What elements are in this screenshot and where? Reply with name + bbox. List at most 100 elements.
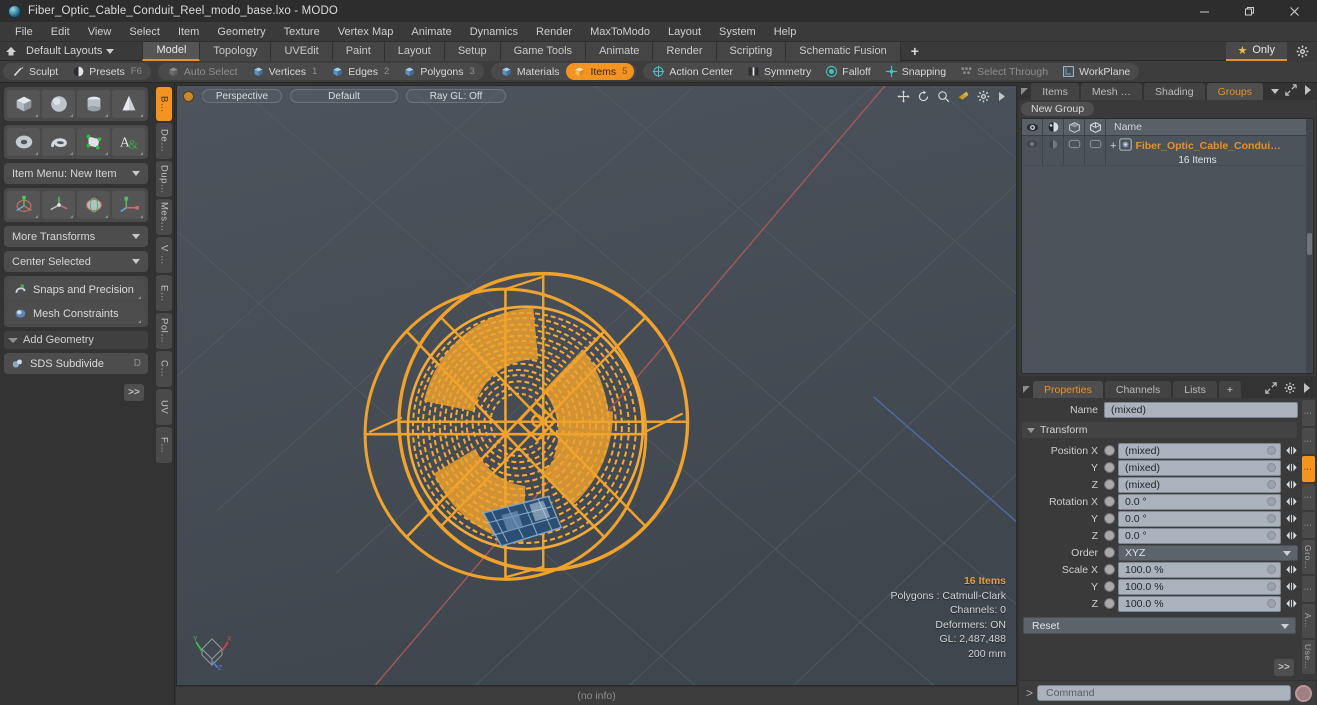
property-channel-dot[interactable] [1104, 564, 1115, 575]
layout-tab-scripting[interactable]: Scripting [716, 41, 787, 61]
left-vtab-4[interactable]: V … [156, 237, 172, 273]
properties-vtab-1[interactable]: ⋮ [1301, 428, 1315, 454]
menu-item-vertex-map[interactable]: Vertex Map [329, 22, 403, 42]
mode-button-sculpt[interactable]: Sculpt [5, 63, 65, 80]
mode-button-action-center[interactable]: Action Center [645, 63, 740, 80]
layout-tab-game-tools[interactable]: Game Tools [500, 41, 587, 61]
property-input[interactable]: 0.0 ° [1118, 527, 1281, 544]
property-channel-dot[interactable] [1104, 479, 1115, 490]
tab-properties[interactable]: Properties [1033, 381, 1103, 398]
property-channel-dot[interactable] [1104, 462, 1115, 473]
property-channel-dot[interactable] [1104, 581, 1115, 592]
menu-item-select[interactable]: Select [120, 22, 169, 42]
rotate-tool-icon[interactable] [42, 191, 75, 219]
property-spinner[interactable] [1284, 461, 1298, 475]
sphere-primitive-icon[interactable] [42, 90, 75, 118]
property-spinner[interactable] [1284, 495, 1298, 509]
properties-vtab-4[interactable]: ⋮ [1301, 512, 1315, 538]
expand-icon[interactable] [1285, 84, 1297, 99]
properties-vtab-2[interactable]: ⋮ [1301, 456, 1315, 482]
mode-button-snapping[interactable]: Snapping [878, 63, 953, 80]
layout-tab-animate[interactable]: Animate [586, 41, 654, 61]
left-vtab-5[interactable]: E… [156, 275, 172, 311]
eye-icon[interactable] [1022, 119, 1043, 135]
tab-items[interactable]: Items [1031, 83, 1079, 100]
tab-add[interactable]: + [1218, 381, 1241, 398]
mode-button-edges[interactable]: Edges 2 [324, 63, 396, 80]
property-channel-dot[interactable] [1104, 445, 1115, 456]
menu-item-render[interactable]: Render [527, 22, 581, 42]
menu-item-texture[interactable]: Texture [275, 22, 329, 42]
viewport-raygl-dropdown[interactable]: Ray GL: Off [406, 89, 506, 103]
groups-tree-empty-area[interactable] [1022, 166, 1313, 373]
menu-item-file[interactable]: File [6, 22, 42, 42]
transform-tool-icon[interactable] [112, 191, 145, 219]
more-transforms-dropdown[interactable]: More Transforms [4, 226, 148, 247]
menu-item-help[interactable]: Help [765, 22, 806, 42]
menu-item-geometry[interactable]: Geometry [208, 22, 274, 42]
mesh-primitive-icon[interactable] [77, 128, 110, 156]
property-channel-dot[interactable] [1104, 530, 1115, 541]
render-icon[interactable] [1043, 119, 1064, 135]
mesh-constraints-button[interactable]: Mesh Constraints [7, 303, 145, 324]
add-layout-tab-button[interactable]: + [901, 43, 929, 59]
row-render-toggle[interactable] [1043, 136, 1064, 165]
viewport-gear-icon[interactable] [977, 90, 990, 103]
viewport-perspective-dropdown[interactable]: Perspective [202, 89, 282, 103]
layout-tab-paint[interactable]: Paint [332, 41, 385, 61]
tab-channels[interactable]: Channels [1104, 381, 1172, 398]
new-group-button[interactable]: New Group [1021, 102, 1095, 116]
property-channel-dot[interactable] [1104, 598, 1115, 609]
property-input[interactable]: (mixed) [1118, 459, 1281, 476]
mode-button-items[interactable]: Items 5 [566, 63, 635, 80]
transform-section-header[interactable]: Transform [1022, 422, 1297, 438]
tree-expander[interactable]: + [1110, 140, 1116, 152]
property-spinner[interactable] [1284, 478, 1298, 492]
right-tab-overflow-caret[interactable] [1265, 83, 1285, 100]
record-icon[interactable] [1295, 684, 1312, 702]
layout-tab-schematic-fusion[interactable]: Schematic Fusion [786, 41, 901, 61]
home-icon[interactable] [0, 46, 22, 57]
property-spinner[interactable] [1284, 512, 1298, 526]
menu-item-animate[interactable]: Animate [402, 22, 460, 42]
properties-vtab-8[interactable]: Use… [1301, 640, 1315, 674]
cone-primitive-icon[interactable] [112, 90, 145, 118]
property-spinner[interactable] [1284, 597, 1298, 611]
cylinder-primitive-icon[interactable] [77, 90, 110, 118]
gear-icon[interactable] [1284, 382, 1296, 397]
property-channel-dot[interactable] [1104, 547, 1115, 558]
torus-primitive-icon[interactable] [7, 128, 40, 156]
gear-icon[interactable] [1287, 41, 1317, 61]
left-vtab-3[interactable]: Mes… [156, 199, 172, 235]
left-vtab-9[interactable]: F… [156, 427, 172, 463]
property-input[interactable]: (mixed) [1118, 476, 1281, 493]
default-layouts-dropdown[interactable]: Default Layouts [22, 45, 122, 57]
move-view-icon[interactable] [897, 89, 910, 103]
mode-button-polygons[interactable]: Polygons 3 [396, 63, 482, 80]
property-input[interactable]: 100.0 % [1118, 561, 1281, 578]
mode-button-select-through[interactable]: Select Through [953, 63, 1055, 80]
menu-item-maxtomodo[interactable]: MaxToModo [581, 22, 659, 42]
property-spinner[interactable] [1284, 580, 1298, 594]
viewport-arrow-icon[interactable] [997, 91, 1006, 102]
properties-expand-button[interactable]: >> [1274, 659, 1294, 676]
row-wireframe-toggle[interactable] [1085, 136, 1106, 165]
3d-viewport[interactable]: Perspective Default Ray GL: Off 16 Items… [176, 85, 1017, 686]
close-icon[interactable] [1272, 0, 1317, 22]
properties-vtab-3[interactable]: ⋮ [1301, 484, 1315, 510]
menu-item-view[interactable]: View [79, 22, 121, 42]
menu-item-item[interactable]: Item [169, 22, 208, 42]
property-spinner[interactable] [1284, 563, 1298, 577]
text-primitive-icon[interactable]: A & [112, 128, 145, 156]
mode-button-auto-select[interactable]: Auto Select [160, 63, 245, 80]
panel-corner-icon[interactable] [1020, 83, 1031, 100]
properties-vtab-7[interactable]: A… [1301, 604, 1315, 638]
sds-subdivide-button[interactable]: SDS Subdivide D [4, 353, 148, 374]
name-input[interactable]: (mixed) [1104, 401, 1298, 418]
scale-tool-icon[interactable] [77, 191, 110, 219]
layout-tab-topology[interactable]: Topology [200, 41, 272, 61]
wireframe-icon[interactable] [1085, 119, 1106, 135]
expand-icon[interactable] [1265, 382, 1277, 397]
tab-lists[interactable]: Lists [1173, 381, 1217, 398]
tab-shading[interactable]: Shading [1144, 83, 1205, 100]
